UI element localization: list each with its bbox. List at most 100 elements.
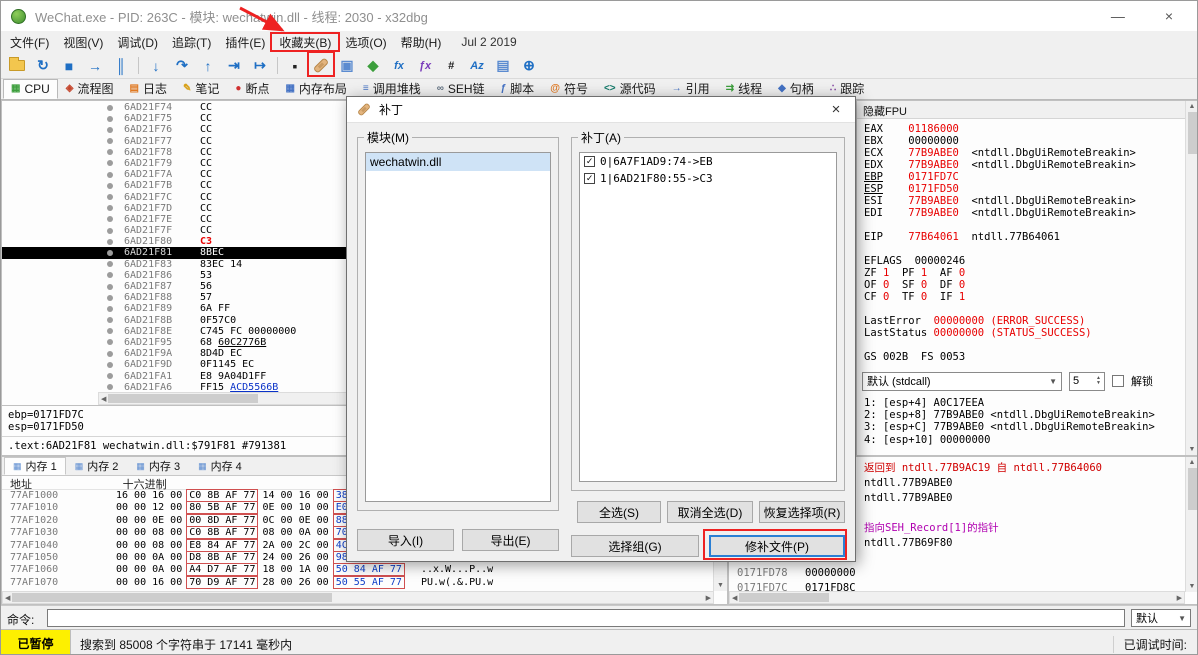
toolbar-step-over-icon[interactable]: ↷	[170, 55, 194, 77]
dump-tab[interactable]: ▦ 内存 4	[189, 457, 251, 475]
select-all-button[interactable]: 全选(S)	[577, 501, 661, 523]
register-row[interactable]	[857, 243, 1184, 255]
patch-list-item[interactable]: ✓ 1|6AD21F80:55->C3	[580, 170, 836, 187]
tab-cpu[interactable]: ▦ CPU	[3, 79, 58, 99]
tab-breakpoints[interactable]: ● 断点	[227, 79, 277, 99]
unlock-checkbox[interactable]	[1112, 375, 1124, 387]
menu-item-plugins[interactable]: 插件(E)	[218, 31, 272, 54]
breakpoint-dot[interactable]	[107, 160, 113, 167]
breakpoint-dot[interactable]	[107, 238, 113, 245]
patch-checkbox[interactable]: ✓	[584, 156, 595, 167]
scroll-down-icon[interactable]: ▼	[1189, 583, 1196, 590]
toolbar-letters-icon[interactable]: Az	[465, 55, 489, 77]
register-row[interactable]: EDX 77B9ABE0 <ntdll.DbgUiRemoteBreakin>	[857, 159, 1184, 171]
scrollbar-thumb[interactable]	[1187, 112, 1197, 154]
register-row[interactable]: EBX 00000000	[857, 135, 1184, 147]
minimize-button[interactable]: —	[1111, 8, 1125, 24]
breakpoint-dot[interactable]	[107, 272, 113, 279]
tab-log[interactable]: ▤ 日志	[122, 79, 175, 99]
tab-memory-map[interactable]: ▦ 内存布局	[277, 79, 354, 99]
breakpoint-dot[interactable]	[107, 182, 113, 189]
breakpoint-dot[interactable]	[107, 171, 113, 178]
register-row[interactable]: EAX 01186000	[857, 123, 1184, 135]
menu-item-help[interactable]: 帮助(H)	[394, 31, 449, 54]
module-list-item[interactable]: wechatwin.dll	[366, 153, 550, 171]
breakpoint-dot[interactable]	[107, 194, 113, 200]
scroll-right-icon[interactable]: ▶	[706, 594, 711, 602]
menu-item-options[interactable]: 选项(O)	[338, 31, 393, 54]
breakpoint-dot[interactable]	[107, 339, 113, 346]
scroll-left-icon[interactable]: ◀	[5, 594, 10, 602]
toolbar-run-icon[interactable]: →	[83, 55, 107, 77]
breakpoint-dot[interactable]	[107, 261, 113, 268]
breakpoint-dot[interactable]	[107, 317, 113, 324]
toolbar-restart-icon[interactable]: ↻	[31, 55, 55, 77]
spinner-arrows-icon[interactable]: ▲ ▼	[1096, 376, 1101, 386]
register-row[interactable]: LastError 00000000 (ERROR_SUCCESS)	[857, 315, 1184, 327]
scroll-left-icon[interactable]: ◀	[732, 594, 737, 602]
scroll-left-icon[interactable]: ◀	[101, 395, 106, 403]
toolbar-stop-icon[interactable]: ■	[57, 55, 81, 77]
toolbar-shield-icon[interactable]: ◆	[361, 55, 385, 77]
toolbar-patch-icon[interactable]	[309, 55, 333, 77]
breakpoint-dot[interactable]	[107, 249, 113, 256]
toolbar-skip-next-icon[interactable]: ↦	[248, 55, 272, 77]
register-row[interactable]: LastStatus 00000000 (STATUS_SUCCESS)	[857, 327, 1184, 339]
stack-vscrollbar[interactable]: ▲ ▼	[1185, 457, 1197, 592]
register-row[interactable]: CF 0 TF 0 IF 1	[857, 291, 1184, 303]
register-row[interactable]	[857, 219, 1184, 231]
toolbar-open-file-icon[interactable]	[5, 55, 29, 77]
argument-row[interactable]: 4: [esp+10] 00000000	[857, 434, 1184, 446]
dump-hscrollbar[interactable]: ◀ ▶	[2, 591, 714, 604]
breakpoint-dot[interactable]	[107, 205, 113, 212]
toolbar-hash-icon[interactable]: #	[439, 55, 463, 77]
patch-list[interactable]: ✓ 0|6A7F1AD9:74->EB ✓ 1|6AD21F80:55->C3	[579, 152, 837, 482]
breakpoint-dot[interactable]	[107, 149, 113, 156]
menu-item-trace[interactable]: 追踪(T)	[165, 31, 218, 54]
breakpoint-dot[interactable]	[107, 384, 113, 391]
register-row[interactable]: EDI 77B9ABE0 <ntdll.DbgUiRemoteBreakin>	[857, 207, 1184, 219]
scroll-up-icon[interactable]: ▲	[1189, 459, 1196, 466]
toolbar-run-to-selection-icon[interactable]: ⇥	[222, 55, 246, 77]
scroll-right-icon[interactable]: ▶	[1177, 594, 1182, 602]
argument-count-spinner[interactable]: 5 ▲ ▼	[1069, 371, 1105, 391]
scrollbar-thumb[interactable]	[739, 593, 830, 602]
argument-row[interactable]: 3: [esp+C] 77B9ABE0 <ntdll.DbgUiRemoteBr…	[857, 421, 1184, 433]
breakpoint-dot[interactable]	[107, 104, 113, 111]
dump-row[interactable]: 77AF1070 00 00 16 00 70 D9 AF 77 28 00 26 0…	[2, 575, 727, 589]
breakpoint-dot[interactable]	[107, 361, 113, 368]
patch-checkbox[interactable]: ✓	[584, 173, 595, 184]
scroll-up-icon[interactable]: ▲	[1189, 103, 1196, 110]
dialog-close-button[interactable]: ×	[826, 101, 846, 118]
tab-notes[interactable]: ✎ 笔记	[175, 79, 227, 99]
registers-pane[interactable]: 隐藏FPU EAX 01186000 EBX 00000000 ECX 77B9AB…	[856, 100, 1197, 456]
stack-row[interactable]: 0171FD78 00000000	[729, 566, 1185, 581]
close-button[interactable]: ×	[1165, 8, 1173, 24]
breakpoint-dot[interactable]	[107, 138, 113, 145]
register-row[interactable]	[857, 303, 1184, 315]
patch-list-item[interactable]: ✓ 0|6A7F1AD9:74->EB	[580, 153, 836, 170]
hide-fpu-button[interactable]: 隐藏FPU	[857, 101, 1197, 119]
register-row[interactable]: ZF 1 PF 1 AF 0	[857, 267, 1184, 279]
register-row[interactable]: ESP 0171FD50	[857, 183, 1184, 195]
breakpoint-dot[interactable]	[107, 294, 113, 301]
scrollbar-thumb[interactable]	[1187, 468, 1197, 510]
register-row[interactable]: GS 002B FS 0053	[857, 351, 1184, 363]
toolbar-command-console-icon[interactable]: ▪	[283, 55, 307, 77]
register-row[interactable]: OF 0 SF 0 DF 0	[857, 279, 1184, 291]
dump-tab[interactable]: ▦ 内存 3	[127, 457, 189, 475]
register-row[interactable]: EBP 0171FD7C	[857, 171, 1184, 183]
toolbar-step-into-icon[interactable]: ↓	[144, 55, 168, 77]
register-row[interactable]: ESI 77B9ABE0 <ntdll.DbgUiRemoteBreakin>	[857, 195, 1184, 207]
export-button[interactable]: 导出(E)	[462, 529, 559, 551]
stack-hscrollbar[interactable]: ◀ ▶	[729, 591, 1185, 604]
patch-file-button[interactable]: 修补文件(P)	[709, 535, 845, 557]
toolbar-step-out-icon[interactable]: ↑	[196, 55, 220, 77]
command-input[interactable]	[47, 609, 1125, 627]
dump-row[interactable]: 77AF1060 00 00 0A 00 A4 D7 AF 77 18 00 1A 0…	[2, 563, 727, 577]
menu-item-favourites[interactable]: 收藏夹(B)	[272, 31, 338, 54]
registers-vscrollbar[interactable]: ▲ ▼	[1185, 101, 1197, 455]
import-button[interactable]: 导入(I)	[357, 529, 454, 551]
toolbar-pause-icon[interactable]: ║	[109, 55, 133, 77]
menu-item-debug[interactable]: 调试(D)	[110, 31, 165, 54]
